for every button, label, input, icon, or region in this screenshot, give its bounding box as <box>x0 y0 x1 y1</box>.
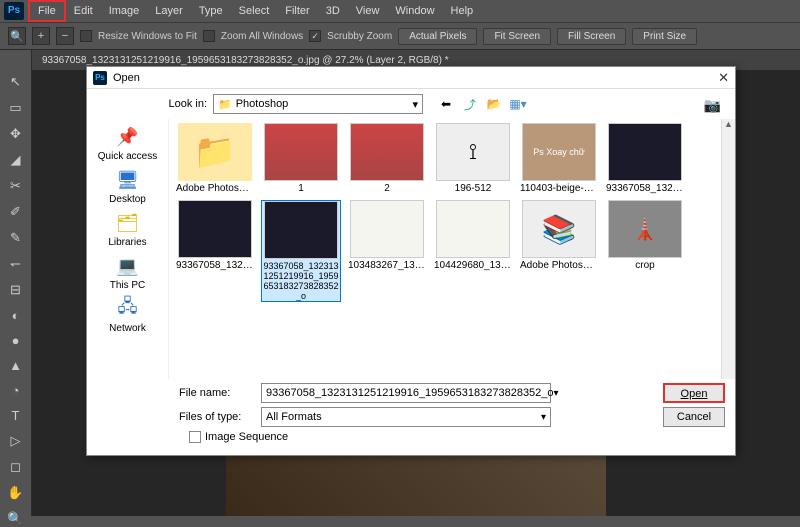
file-item[interactable]: 93367058_132313... <box>605 123 685 194</box>
dialog-titlebar: Ps Open ✕ <box>87 67 735 89</box>
tools-panel: ↖ ▭ ✥ ◢ ✂ ✐ ✎ ↽ ⊟ ◐ ● ▲ ◔ T ▷ ◻ ✋ 🔍 <box>0 50 32 516</box>
menu-view[interactable]: View <box>348 2 388 20</box>
filetype-combo[interactable]: All Formats▾ <box>261 407 551 427</box>
resize-label: Resize Windows to Fit <box>98 31 197 42</box>
imgseq-checkbox[interactable] <box>189 431 201 443</box>
lookin-row: Look in: 📁 Photoshop ▾ ⬅ ⤴ 📂 ▦▾ <box>87 89 735 119</box>
filetype-label: Files of type: <box>97 411 253 423</box>
eyedropper-tool[interactable]: ✐ <box>6 204 26 220</box>
zoomall-checkbox[interactable] <box>203 30 215 42</box>
zoom-tool-icon[interactable]: 🔍 <box>8 27 26 45</box>
scrollbar[interactable]: ▲ <box>721 119 735 379</box>
crop-tool[interactable]: ◢ <box>6 152 26 168</box>
shape-tool[interactable]: ◻ <box>6 459 26 475</box>
fill-screen-button[interactable]: Fill Screen <box>557 28 626 45</box>
place-thispc[interactable]: 💻This PC <box>110 254 146 291</box>
file-item[interactable]: 103483267_13683... <box>347 200 427 302</box>
actual-pixels-button[interactable]: Actual Pixels <box>398 28 477 45</box>
bucket-tool[interactable]: ● <box>6 333 26 348</box>
gradient-tool[interactable]: ⊟ <box>6 282 26 298</box>
lookin-label: Look in: <box>97 98 207 110</box>
hand-tool[interactable]: ✋ <box>6 485 26 501</box>
scrubby-checkbox[interactable]: ✓ <box>309 30 321 42</box>
file-item[interactable]: 1 <box>261 123 341 194</box>
dodge-tool[interactable]: ◐ <box>6 308 26 323</box>
zoomall-label: Zoom All Windows <box>221 31 303 42</box>
pen-tool[interactable]: ▲ <box>6 358 26 373</box>
dialog-fields: File name: 93367058_1323131251219916_195… <box>87 379 735 447</box>
menubar: File Edit Image Layer Type Select Filter… <box>28 0 481 22</box>
zoom-in-icon[interactable]: + <box>32 27 50 45</box>
lasso-tool[interactable]: ✥ <box>6 126 26 142</box>
print-size-button[interactable]: Print Size <box>632 28 697 45</box>
cancel-button[interactable]: Cancel <box>663 407 725 427</box>
ps-logo: Ps <box>4 2 24 20</box>
zoom-tool[interactable]: 🔍 <box>6 511 26 527</box>
brush-tool[interactable]: ✎ <box>6 230 26 246</box>
place-quickaccess[interactable]: 📌Quick access <box>98 125 157 162</box>
nav-icons: ⬅ ⤴ 📂 ▦▾ <box>437 95 527 113</box>
slice-tool[interactable]: ✂ <box>6 178 26 194</box>
dialog-close-button[interactable]: ✕ <box>718 70 729 86</box>
file-item[interactable]: 93367058_132313... <box>175 200 255 302</box>
scrubby-label: Scrubby Zoom <box>327 31 392 42</box>
menu-edit[interactable]: Edit <box>66 2 101 20</box>
file-item[interactable]: ⟟196-512 <box>433 123 513 194</box>
file-item[interactable]: 📚Adobe Photoshop CS6 Full- tuihoci... <box>519 200 599 302</box>
menu-layer[interactable]: Layer <box>147 2 191 20</box>
type-tool[interactable]: T <box>6 408 26 423</box>
place-network[interactable]: 🖧Network <box>109 297 146 334</box>
place-desktop[interactable]: 🖥Desktop <box>109 168 146 205</box>
newfolder-icon[interactable]: 📂 <box>485 95 503 113</box>
file-list[interactable]: 📁Adobe Photoshop CS6 Full- tuihoci... 1 … <box>169 119 735 379</box>
filename-input[interactable]: 93367058_1323131251219916_19596531832738… <box>261 383 551 403</box>
menu-image[interactable]: Image <box>101 2 148 20</box>
path-tool[interactable]: ▷ <box>6 433 26 449</box>
file-folder[interactable]: 📁Adobe Photoshop CS6 Full- tuihoci... <box>175 123 255 194</box>
zoom-out-icon[interactable]: − <box>56 27 74 45</box>
chevron-down-icon: ▾ <box>412 98 418 111</box>
open-button[interactable]: Open <box>663 383 725 403</box>
dialog-ps-icon: Ps <box>93 71 107 85</box>
file-item-selected[interactable]: 93367058_1323131251219916_19596531832738… <box>261 200 341 302</box>
camera-icon[interactable]: 📷 <box>704 97 721 114</box>
open-dialog: Ps Open ✕ Look in: 📁 Photoshop ▾ ⬅ ⤴ 📂 ▦… <box>86 66 736 456</box>
filename-label: File name: <box>97 387 253 399</box>
places-bar: 📌Quick access 🖥Desktop 🗂Libraries 💻This … <box>87 119 169 379</box>
menu-help[interactable]: Help <box>443 2 482 20</box>
resize-checkbox[interactable] <box>80 30 92 42</box>
menu-filter[interactable]: Filter <box>277 2 317 20</box>
up-icon[interactable]: ⤴ <box>461 95 479 113</box>
file-item[interactable]: 2 <box>347 123 427 194</box>
menu-window[interactable]: Window <box>387 2 442 20</box>
file-item[interactable]: Ps Xoay chữ110403-beige-an... <box>519 123 599 194</box>
options-bar: 🔍 + − Resize Windows to Fit Zoom All Win… <box>0 22 800 50</box>
back-icon[interactable]: ⬅ <box>437 95 455 113</box>
move-tool[interactable]: ↖ <box>6 74 26 90</box>
marquee-tool[interactable]: ▭ <box>6 100 26 116</box>
menu-file[interactable]: File <box>28 0 66 22</box>
lookin-value: Photoshop <box>236 98 289 110</box>
viewmenu-icon[interactable]: ▦▾ <box>509 95 527 113</box>
scroll-up-icon[interactable]: ▲ <box>722 119 735 133</box>
menu-3d[interactable]: 3D <box>318 2 348 20</box>
file-item[interactable]: 104429680_13734... <box>433 200 513 302</box>
place-libraries[interactable]: 🗂Libraries <box>108 211 146 248</box>
lookin-combo[interactable]: 📁 Photoshop ▾ <box>213 94 423 114</box>
file-item[interactable]: 🗼crop <box>605 200 685 302</box>
imgseq-label: Image Sequence <box>205 431 288 443</box>
folder-icon: 📁 <box>218 98 232 111</box>
menu-select[interactable]: Select <box>231 2 278 20</box>
dialog-body: 📌Quick access 🖥Desktop 🗂Libraries 💻This … <box>87 119 735 379</box>
blur-tool[interactable]: ◔ <box>6 383 26 398</box>
fit-screen-button[interactable]: Fit Screen <box>483 28 551 45</box>
dialog-title: Open <box>113 72 140 84</box>
menu-type[interactable]: Type <box>191 2 231 20</box>
clone-tool[interactable]: ↽ <box>6 256 26 272</box>
